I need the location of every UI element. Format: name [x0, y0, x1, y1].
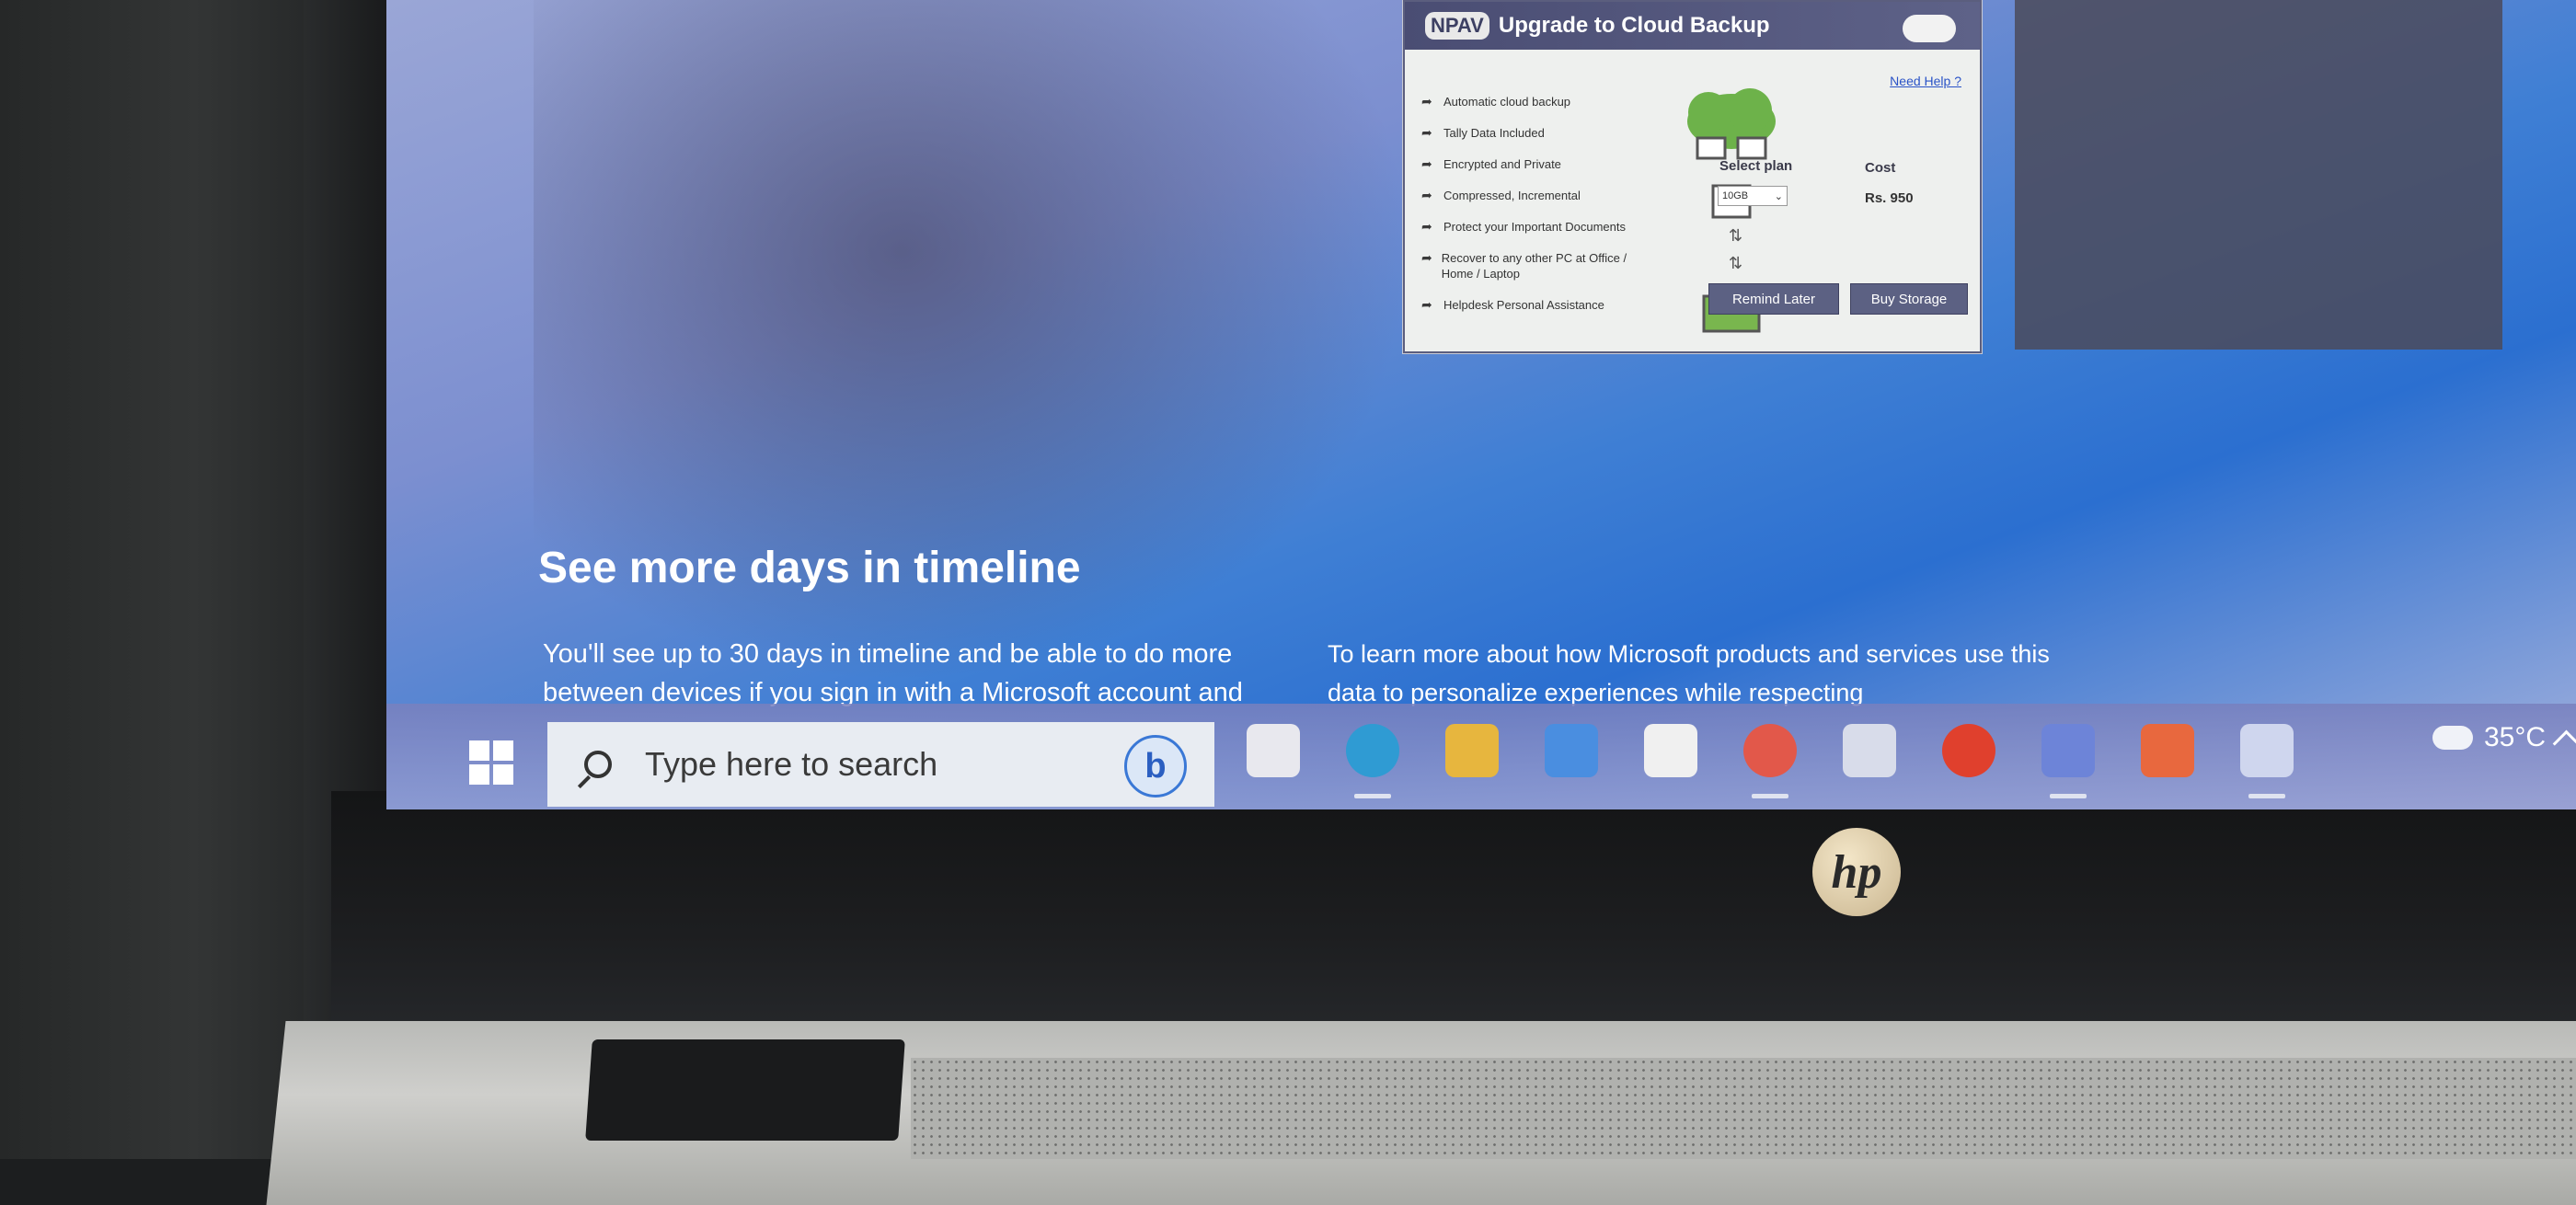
plan-value: 10GB [1722, 190, 1749, 201]
sticky-app-icon[interactable] [2141, 724, 2194, 777]
timeline-title: See more days in timeline [538, 544, 1081, 592]
feature-item: ➦ Recover to any other PC at Office / Hom… [1421, 250, 1642, 281]
npav-title: Upgrade to Cloud Backup [1498, 13, 1770, 38]
svg-text:⇅: ⇅ [1729, 226, 1742, 246]
arrow-icon: ➦ [1421, 250, 1432, 265]
speaker-grill [911, 1058, 2576, 1159]
feature-label: Compressed, Incremental [1443, 189, 1581, 202]
running-indicator [1752, 794, 1788, 798]
screen: NPAV Upgrade to Cloud Backup Need Help ?… [386, 0, 2576, 809]
feature-item: ➦ Encrypted and Private [1421, 156, 1642, 172]
running-indicator [2248, 794, 2285, 798]
arrow-icon: ➦ [1421, 94, 1432, 109]
need-help-link[interactable]: Need Help ? [1890, 74, 1961, 88]
running-indicator [1354, 794, 1391, 798]
feature-item: ➦ Automatic cloud backup [1421, 94, 1642, 109]
select-plan-label: Select plan [1719, 158, 1793, 174]
task-view-icon[interactable] [1247, 724, 1300, 777]
plan-dropdown[interactable]: 10GB ⌄ [1718, 186, 1788, 206]
feature-label: Tally Data Included [1443, 126, 1545, 140]
copilot-icon[interactable] [2041, 724, 2095, 777]
edge-icon[interactable] [1346, 724, 1399, 777]
temperature[interactable]: 35°C [2484, 722, 2546, 753]
weather-cloud-icon [2432, 726, 2473, 750]
hp-logo: hp [1812, 828, 1901, 916]
chevron-up-icon[interactable] [2552, 729, 2576, 757]
background-window [2015, 0, 2502, 350]
buy-storage-button[interactable]: Buy Storage [1850, 283, 1968, 315]
feature-item: ➦ Compressed, Incremental [1421, 188, 1642, 203]
magnifier-icon[interactable] [1843, 724, 1896, 777]
arrow-icon: ➦ [1421, 297, 1432, 312]
bing-letter: b [1144, 746, 1167, 786]
cost-label: Cost [1865, 160, 1896, 176]
mail-icon[interactable] [1545, 724, 1598, 777]
svg-text:⇅: ⇅ [1729, 254, 1742, 273]
microsoft-store-icon[interactable] [1644, 724, 1697, 777]
search-placeholder: Type here to search [645, 745, 938, 783]
chevron-down-icon: ⌄ [1774, 190, 1783, 202]
laptop-hinge [585, 1039, 905, 1141]
laptop-bezel-bottom [331, 791, 2576, 1030]
feature-label: Helpdesk Personal Assistance [1443, 298, 1604, 312]
search-box[interactable]: Type here to search b [547, 722, 1214, 807]
bing-icon[interactable]: b [1124, 735, 1187, 798]
cost-value: Rs. 950 [1865, 190, 1914, 206]
arrow-icon: ➦ [1421, 219, 1432, 234]
npav-badge: NPAV [1425, 12, 1489, 40]
windows-start-icon[interactable] [469, 740, 513, 785]
chrome-icon[interactable] [1743, 724, 1797, 777]
npav-header: NPAV Upgrade to Cloud Backup [1405, 2, 1980, 50]
onedrive-icon[interactable] [2240, 724, 2294, 777]
timeline-description: You'll see up to 30 days in timeline and… [543, 639, 1243, 707]
search-icon [584, 751, 612, 778]
privacy-description: To learn more about how Microsoft produc… [1328, 640, 2050, 706]
feature-label: Protect your Important Documents [1443, 220, 1626, 234]
remind-later-button[interactable]: Remind Later [1708, 283, 1839, 315]
npav-popup: NPAV Upgrade to Cloud Backup Need Help ?… [1403, 0, 1982, 353]
feature-label: Encrypted and Private [1443, 157, 1561, 171]
file-explorer-icon[interactable] [1445, 724, 1499, 777]
feature-item: ➦ Protect your Important Documents [1421, 219, 1642, 235]
arrow-icon: ➦ [1421, 188, 1432, 202]
opera-icon[interactable] [1942, 724, 1995, 777]
feature-item: ➦ Helpdesk Personal Assistance [1421, 297, 1642, 313]
arrow-icon: ➦ [1421, 156, 1432, 171]
feature-label: Recover to any other PC at Office / Home… [1441, 251, 1627, 281]
feature-item: ➦ Tally Data Included [1421, 125, 1642, 141]
screen-reflection [534, 0, 1454, 717]
arrow-icon: ➦ [1421, 125, 1432, 140]
running-indicator [2050, 794, 2087, 798]
system-tray: 35°C [2432, 722, 2576, 757]
cloud-icon [1903, 15, 1956, 42]
feature-label: Automatic cloud backup [1443, 95, 1571, 109]
taskbar: Type here to search b 35°C [386, 704, 2576, 809]
hp-logo-text: hp [1831, 845, 1882, 899]
feature-list: ➦ Automatic cloud backup ➦ Tally Data Incl… [1421, 94, 1642, 328]
